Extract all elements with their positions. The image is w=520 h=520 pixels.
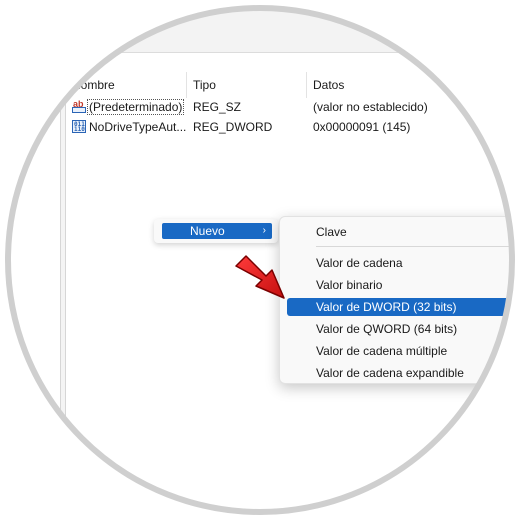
context-menu: Nuevo › — [154, 219, 278, 243]
red-arrow-icon — [235, 255, 285, 299]
string-value-icon: ab — [72, 100, 86, 113]
column-header-name[interactable]: Nombre — [66, 72, 186, 98]
toolbar-divider — [0, 52, 520, 53]
submenu-item-label: Valor de DWORD (32 bits) — [316, 300, 457, 314]
binary-value-icon: 011 110 — [72, 120, 86, 133]
value-type: REG_SZ — [193, 100, 242, 114]
column-header-type[interactable]: Tipo — [187, 72, 307, 98]
value-data: (valor no establecido) — [313, 100, 428, 114]
value-name: NoDriveTypeAut... — [89, 120, 187, 134]
submenu-item-label: Valor de cadena expandible — [316, 366, 464, 380]
submenu-item-binary-value[interactable]: Valor binario — [287, 276, 509, 294]
submenu-item-qword-value[interactable]: Valor de QWORD (64 bits) — [287, 320, 509, 338]
submenu-item-label: Clave — [316, 225, 347, 239]
tree-pane-splitter[interactable] — [60, 70, 66, 430]
toolbar-area — [0, 0, 520, 52]
submenu-item-label: Valor binario — [316, 278, 383, 292]
submenu-item-clave[interactable]: Clave — [287, 223, 509, 241]
value-type: REG_DWORD — [193, 120, 273, 134]
submenu-divider — [316, 246, 510, 247]
submenu-item-expandable-string-value[interactable]: Valor de cadena expandible — [287, 364, 509, 382]
submenu-item-label: Valor de cadena — [316, 256, 403, 270]
submenu-item-dword-value[interactable]: Valor de DWORD (32 bits) — [287, 298, 509, 316]
submenu-item-label: Valor de cadena múltiple — [316, 344, 448, 358]
value-data: 0x00000091 (145) — [313, 120, 411, 134]
menu-item-label: Nuevo — [190, 224, 225, 238]
submenu-item-multistring-value[interactable]: Valor de cadena múltiple — [287, 342, 509, 360]
column-header-data[interactable]: Datos — [307, 72, 517, 98]
chevron-right-icon: › — [262, 225, 266, 236]
submenu-item-string-value[interactable]: Valor de cadena — [287, 254, 509, 272]
submenu-item-label: Valor de QWORD (64 bits) — [316, 322, 458, 336]
new-submenu: Clave Valor de cadena Valor binario Valo… — [279, 216, 517, 384]
value-name: (Predeterminado) — [86, 97, 185, 117]
value-name-text: (Predeterminado) — [86, 99, 185, 115]
menu-item-nuevo[interactable]: Nuevo › — [162, 223, 272, 239]
